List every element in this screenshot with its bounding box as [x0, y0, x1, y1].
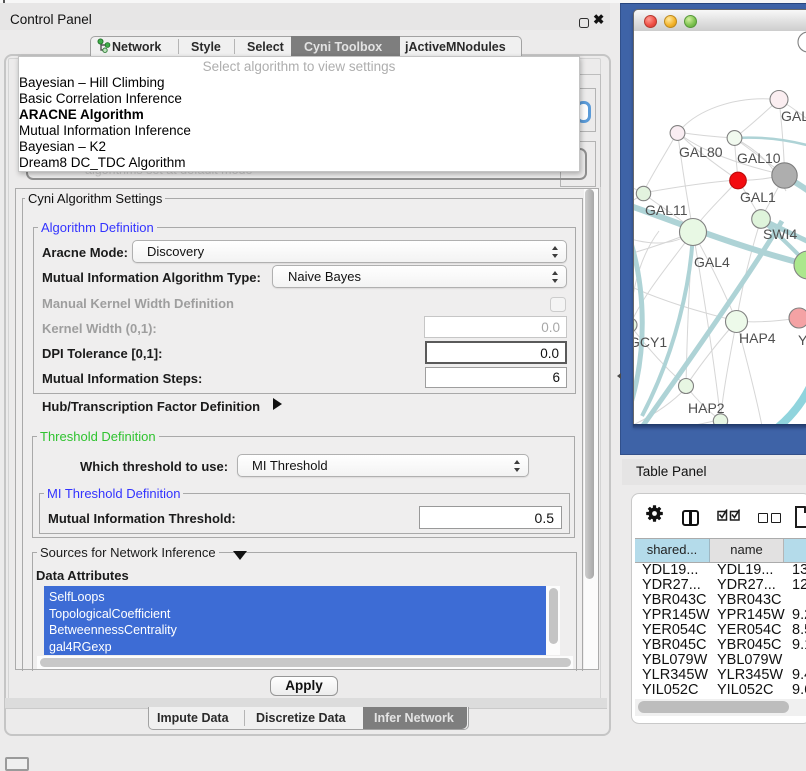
- svg-text:GAL7: GAL7: [781, 108, 806, 124]
- svg-text:GAL80: GAL80: [679, 144, 723, 160]
- svg-text:SWI4: SWI4: [763, 226, 797, 242]
- svg-text:GAL10: GAL10: [737, 150, 781, 166]
- svg-text:GAL4: GAL4: [694, 254, 730, 270]
- svg-text:HAP2: HAP2: [688, 400, 725, 416]
- svg-text:GAL11: GAL11: [645, 202, 688, 218]
- svg-text:Y: Y: [798, 332, 806, 348]
- svg-text:HAP4: HAP4: [739, 330, 776, 346]
- svg-text:GAL1: GAL1: [740, 189, 776, 205]
- svg-text:GCY1: GCY1: [634, 334, 667, 350]
